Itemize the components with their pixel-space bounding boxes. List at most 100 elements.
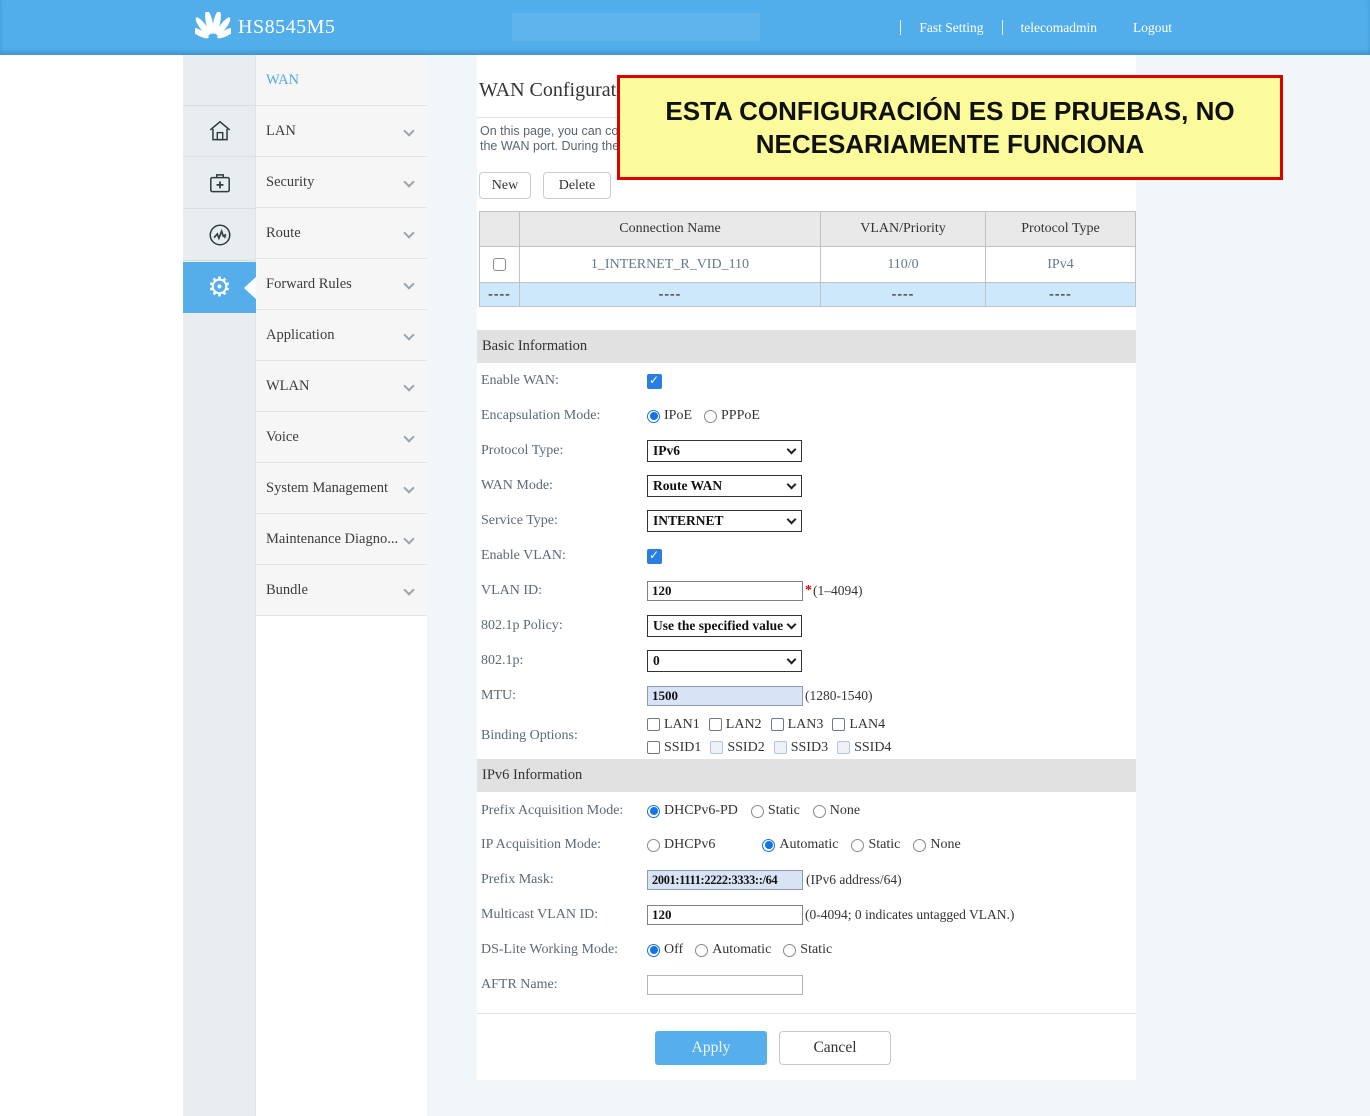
chevron-down-icon [787,619,797,629]
service-type-value: INTERNET [653,513,724,529]
sidebar-item-voice[interactable]: Voice [256,412,427,463]
enable-vlan-checkbox[interactable] [647,549,662,564]
enable-vlan-row: Enable VLAN: [481,545,662,567]
rail-item-home[interactable] [183,106,256,157]
vlan-id-label: VLAN ID: [481,583,647,599]
8021p-policy-select[interactable]: Use the specified value [647,615,802,637]
ip-acquisition-label: IP Acquisition Mode: [481,837,647,853]
chevron-down-icon [403,431,414,442]
dslite-static-radio[interactable] [783,944,796,957]
lan4-checkbox[interactable] [832,718,845,731]
sidebar-item-route[interactable]: Route [256,208,427,259]
mtu-input[interactable] [647,686,803,706]
prefix-mask-row: Prefix Mask: (IPv6 address/64) [481,869,902,891]
vlan-id-hint: (1–4094) [813,583,863,599]
dhcpv6-pd-label: DHCPv6-PD [664,803,738,819]
service-type-select[interactable]: INTERNET [647,510,802,532]
ip-automatic-radio[interactable] [762,839,775,852]
checkbox-column-header [480,212,520,247]
header-links: Fast Setting telecomadmin Logout [900,0,1190,55]
cancel-button[interactable]: Cancel [779,1031,891,1065]
ip-static-radio[interactable] [851,839,864,852]
basic-information-header: Basic Information [477,330,1136,363]
prefix-static-radio[interactable] [751,805,764,818]
protocol-type-label: Protocol Type: [481,443,647,459]
wan-mode-row: WAN Mode: Route WAN [481,475,802,497]
connection-table: Connection Name VLAN/Priority Protocol T… [479,211,1136,307]
required-asterisk: * [805,583,812,599]
ip-none-radio[interactable] [913,839,926,852]
column-header-vlan-priority: VLAN/Priority [821,212,986,247]
new-button[interactable]: New [479,172,531,199]
sidebar-item-security[interactable]: Security [256,157,427,208]
ssid1-checkbox[interactable] [647,741,660,754]
protocol-type-select[interactable]: IPv6 [647,440,802,462]
multicast-vlan-input[interactable] [647,905,803,925]
prefix-mask-input[interactable] [647,870,803,890]
table-row-selected[interactable]: ---- ---- ---- ---- [480,283,1136,307]
rail-item-settings[interactable]: ⚙ [183,262,256,313]
prefix-acquisition-row: Prefix Acquisition Mode: DHCPv6-PD Stati… [481,800,860,822]
apply-button[interactable]: Apply [655,1031,767,1065]
multicast-vlan-row: Multicast VLAN ID: (0-4094; 0 indicates … [481,904,1014,926]
sidebar-item-forward-rules[interactable]: Forward Rules [256,259,427,310]
chevron-down-icon [403,380,414,391]
ipoe-radio[interactable] [647,410,660,423]
rail-item-diagnostics[interactable] [183,210,256,261]
top-header: HS8545M5 Fast Setting telecomadmin Logou… [0,0,1370,55]
ssid2-label: SSID2 [727,740,764,756]
rail-item-setup[interactable] [183,158,256,209]
ssid4-label: SSID4 [854,740,891,756]
binding-options-row: Binding Options: LAN1 LAN2 LAN3 LAN4 SSI… [481,713,891,759]
dslite-automatic-radio[interactable] [695,944,708,957]
sidebar-item-lan[interactable]: LAN [256,106,427,157]
fast-setting-link[interactable]: Fast Setting [901,20,1001,36]
sidebar-item-wan[interactable]: WAN [256,55,427,106]
wan-mode-value: Route WAN [653,478,722,494]
vlan-id-input[interactable] [647,581,803,601]
sidebar-item-maintenance-diagnose[interactable]: Maintenance Diagno... [256,514,427,565]
lan3-checkbox[interactable] [771,718,784,731]
rail-spacer [183,55,256,106]
ssid4-checkbox [837,741,850,754]
first-aid-kit-icon [207,170,233,196]
mtu-label: MTU: [481,688,647,704]
wan-mode-select[interactable]: Route WAN [647,475,802,497]
8021p-value: 0 [653,653,660,669]
lan2-checkbox[interactable] [709,718,722,731]
enable-vlan-label: Enable VLAN: [481,548,647,564]
service-type-label: Service Type: [481,513,647,529]
8021p-select[interactable]: 0 [647,650,802,672]
dhcpv6-pd-radio[interactable] [647,805,660,818]
dhcpv6-radio[interactable] [647,839,660,852]
prefix-none-radio[interactable] [813,805,826,818]
prefix-mask-label: Prefix Mask: [481,872,647,888]
protocol-type-cell: IPv4 [986,247,1136,283]
enable-wan-checkbox[interactable] [647,374,662,389]
multicast-vlan-hint: (0-4094; 0 indicates untagged VLAN.) [805,907,1014,923]
dslite-off-radio[interactable] [647,944,660,957]
sidebar-item-bundle[interactable]: Bundle [256,565,427,616]
ssid3-label: SSID3 [791,740,828,756]
gauge-icon [207,222,233,248]
note-line1: ESTA CONFIGURACIÓN ES DE PRUEBAS, NO [665,95,1234,128]
header-highlight [512,13,760,41]
brand: HS8545M5 [195,0,335,55]
sidebar-item-application[interactable]: Application [256,310,427,361]
pppoe-label: PPPoE [721,408,760,424]
pppoe-radio[interactable] [704,410,717,423]
delete-button[interactable]: Delete [543,172,611,199]
enable-wan-row: Enable WAN: [481,370,662,392]
sidebar-item-wlan[interactable]: WLAN [256,361,427,412]
mtu-hint: (1280-1540) [805,688,873,704]
row-checkbox[interactable] [493,258,506,271]
logout-link[interactable]: Logout [1115,20,1190,36]
connection-name-cell[interactable]: 1_INTERNET_R_VID_110 [520,247,821,283]
chevron-down-icon [403,125,414,136]
encapsulation-mode-label: Encapsulation Mode: [481,408,647,424]
test-warning-note: ESTA CONFIGURACIÓN ES DE PRUEBAS, NO NEC… [617,75,1283,180]
lan1-checkbox[interactable] [647,718,660,731]
aftr-name-input[interactable] [647,975,803,995]
sidebar-item-label: Security [266,174,314,190]
sidebar-item-system-management[interactable]: System Management [256,463,427,514]
